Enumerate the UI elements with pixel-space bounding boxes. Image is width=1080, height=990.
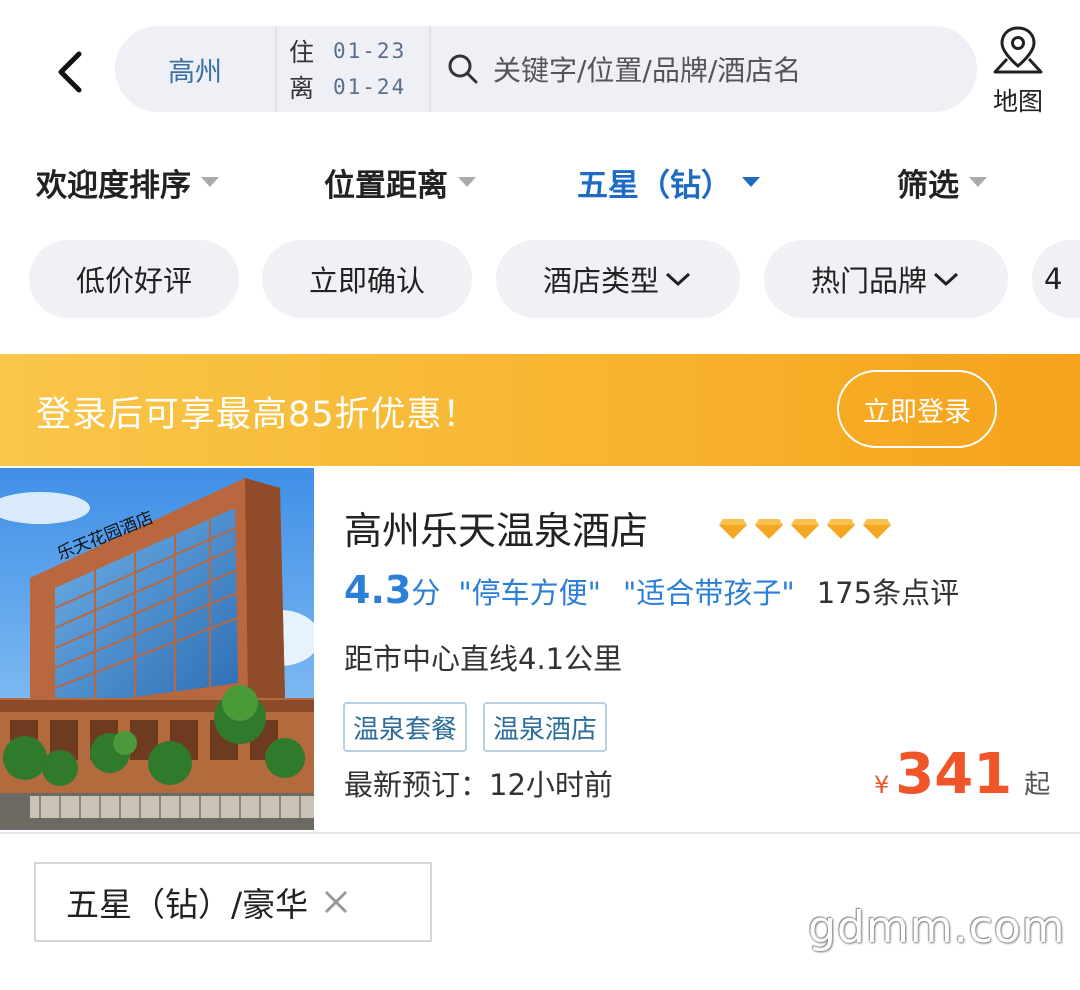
sort-filter-label: 筛选 [897, 167, 959, 204]
login-button[interactable]: 立即登录 [837, 370, 997, 448]
hotel-name: 高州乐天温泉酒店 [344, 509, 649, 553]
chip-instant-confirm[interactable]: 立即确认 [262, 240, 472, 318]
search-icon [448, 54, 478, 84]
checkout-label: 离 [289, 74, 315, 103]
diamond-icon [719, 519, 747, 539]
score-unit: 分 [411, 576, 441, 610]
map-pin-icon [993, 26, 1043, 74]
promo-text: 登录后可享最高85折优惠！ [36, 395, 479, 435]
chip-hotel-type-label: 酒店类型 [542, 264, 659, 298]
hotel-price: 341 [895, 742, 1013, 807]
back-button[interactable] [40, 40, 100, 104]
distance-text: 距市中心直线4.1公里 [344, 642, 623, 676]
chip-hotel-type[interactable]: 酒店类型 [496, 240, 740, 318]
chip-hot-brands[interactable]: 热门品牌 [764, 240, 1008, 318]
chip-low-price[interactable]: 低价好评 [29, 240, 239, 318]
chip-hot-brands-label: 热门品牌 [810, 264, 927, 298]
diamond-rating [718, 518, 892, 540]
active-filter-tag: 五星（钻）/豪华 [34, 862, 432, 942]
diamond-icon [827, 519, 855, 539]
highlight-tag: "停车方便" [458, 576, 602, 610]
caret-down-icon [742, 177, 760, 187]
sort-star-rating[interactable]: 五星（钻） [577, 158, 760, 206]
price-block: ¥ 341 起 [874, 742, 1050, 807]
chevron-down-icon [933, 272, 959, 286]
rating-row: 4.3 分 "停车方便" "适合带孩子" 175条点评 [344, 568, 959, 612]
feature-tag: 温泉酒店 [483, 702, 608, 752]
close-icon [325, 890, 348, 914]
hotel-photo: 乐天花园酒店 [0, 468, 314, 830]
remove-filter-button[interactable] [322, 888, 350, 916]
city-selector[interactable]: 高州 [115, 50, 275, 89]
search-placeholder: 关键字/位置/品牌/酒店名 [493, 54, 802, 87]
map-button[interactable]: 地图 [985, 24, 1051, 118]
feature-tag: 温泉套餐 [343, 702, 468, 752]
caret-down-icon [201, 177, 219, 187]
diamond-icon [755, 519, 783, 539]
date-selector[interactable]: 住 01-23 离 01-24 [275, 26, 431, 112]
sort-distance[interactable]: 位置距离 [324, 158, 476, 206]
sort-popularity-label: 欢迎度排序 [36, 167, 191, 204]
divider [0, 832, 1080, 834]
diamond-icon [863, 519, 891, 539]
active-filter-label: 五星（钻）/豪华 [66, 885, 309, 924]
currency-symbol: ¥ [874, 771, 890, 799]
diamond-icon [791, 519, 819, 539]
search-bar: 高州 住 01-23 离 01-24 关键字/位置/品牌/酒店名 [115, 26, 977, 112]
hotel-score: 4.3 [344, 568, 412, 612]
watermark: gdmm.com [808, 902, 1066, 953]
checkout-date: 01-24 [333, 75, 407, 99]
map-label: 地图 [992, 87, 1043, 116]
sort-filter[interactable]: 筛选 [897, 158, 987, 206]
caret-down-icon [969, 177, 987, 187]
chevron-left-icon [58, 51, 82, 93]
search-input[interactable]: 关键字/位置/品牌/酒店名 [431, 49, 977, 89]
review-count: 175条点评 [816, 576, 960, 610]
chevron-down-icon [665, 272, 691, 286]
caret-down-icon [458, 177, 476, 187]
checkin-label: 住 [289, 38, 315, 67]
chip-more[interactable]: 4 [1032, 240, 1080, 318]
latest-booking: 最新预订：12小时前 [344, 768, 613, 802]
sort-star-label: 五星（钻） [577, 167, 732, 204]
highlight-tag: "适合带孩子" [623, 576, 795, 610]
sort-popularity[interactable]: 欢迎度排序 [36, 158, 219, 206]
price-suffix: 起 [1024, 770, 1051, 800]
checkin-date: 01-23 [333, 39, 407, 63]
sort-distance-label: 位置距离 [324, 167, 448, 204]
